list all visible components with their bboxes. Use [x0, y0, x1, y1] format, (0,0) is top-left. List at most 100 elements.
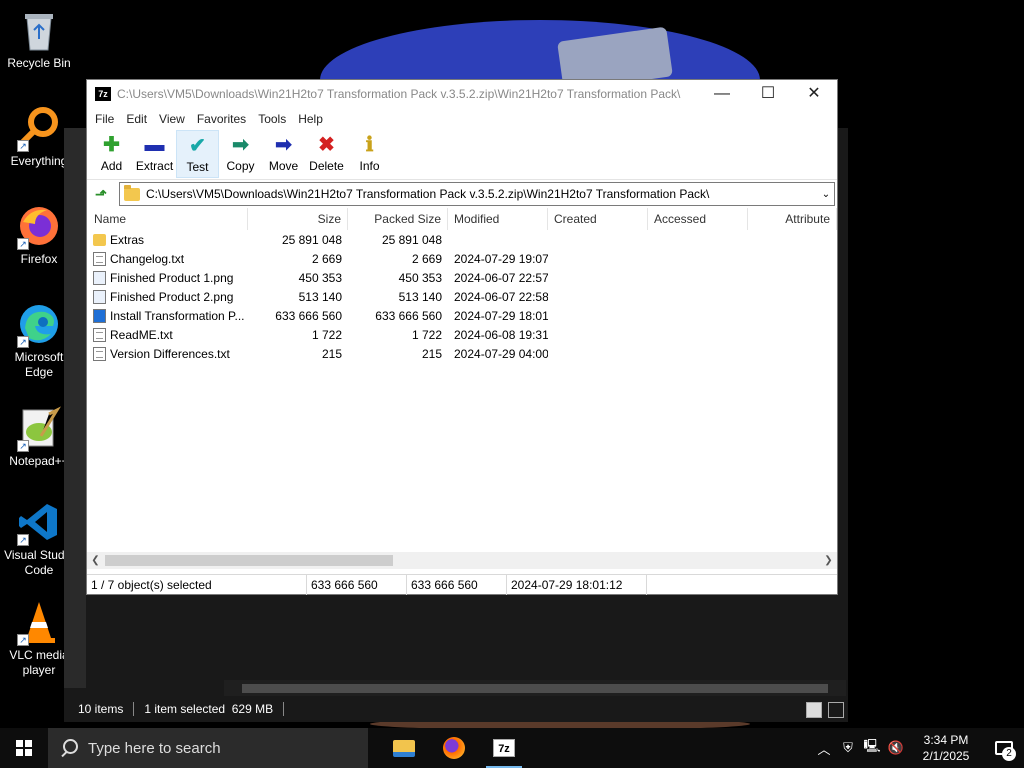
menu-edit[interactable]: Edit	[120, 112, 153, 126]
chevron-up-icon[interactable]: ︿	[812, 739, 836, 758]
file-packed-size: 450 353	[398, 270, 442, 285]
file-row[interactable]: Install Transformation P... 633 666 560 63…	[87, 306, 837, 325]
image-file-icon	[93, 270, 106, 285]
file-name-text: Install Transformation P...	[110, 308, 245, 323]
file-list[interactable]: Name Size Packed Size Modified Created A…	[87, 208, 837, 550]
column-header-size[interactable]: Size	[248, 208, 348, 230]
details-view-button[interactable]	[806, 702, 822, 718]
scrollbar-thumb[interactable]	[242, 684, 828, 693]
taskbar-clock[interactable]: 3:34 PM 2/1/2025	[908, 732, 984, 764]
minimize-button[interactable]: —	[699, 80, 745, 108]
security-shield-icon[interactable]: ⛨	[836, 740, 860, 756]
title-bar[interactable]: 7z C:\Users\VM5\Downloads\Win21H2to7 Tra…	[87, 80, 837, 108]
file-packed-size: 2 669	[411, 251, 442, 266]
move-arrow-icon: ➡	[275, 134, 292, 156]
file-row[interactable]: Version Differences.txt 215 215 2024-07-29 …	[87, 344, 837, 363]
file-size: 450 353	[298, 270, 342, 285]
toolbar: ✚ Add ▬ Extract ✔ Test ➡ Copy ➡ Move ✖ Delete ℹ Info	[87, 130, 837, 180]
vscode-icon: ↗	[17, 500, 61, 546]
up-folder-icon[interactable]: ⬏	[91, 184, 111, 204]
scroll-left-arrow-icon[interactable]: ❮	[87, 552, 104, 569]
tiles-view-button[interactable]	[828, 702, 844, 718]
menu-help[interactable]: Help	[292, 112, 329, 126]
explorer-horizontal-scrollbar[interactable]	[224, 680, 846, 696]
toolbar-test-button[interactable]: ✔ Test	[176, 130, 219, 178]
column-header-name[interactable]: Name	[87, 208, 248, 230]
start-button[interactable]	[0, 728, 48, 768]
desktop-icon-label: Microsoft Edge	[14, 350, 64, 379]
file-row[interactable]: Finished Product 2.png 513 140 513 140 2024…	[87, 287, 837, 306]
desktop-icon-label: VLC media player	[9, 648, 69, 677]
file-size: 633 666 560	[275, 308, 342, 323]
windows-logo-icon	[16, 740, 32, 756]
maximize-button[interactable]: ☐	[745, 80, 791, 108]
file-size: 215	[321, 346, 342, 361]
taskbar-file-explorer[interactable]	[380, 728, 428, 768]
notification-count-badge: 2	[1002, 747, 1016, 761]
toolbar-button-label: Test	[186, 160, 209, 174]
toolbar-copy-button[interactable]: ➡ Copy	[219, 130, 262, 178]
menu-favorites[interactable]: Favorites	[191, 112, 252, 126]
file-name-text: Finished Product 1.png	[110, 270, 234, 285]
image-file-icon	[93, 289, 106, 304]
file-modified: 2024-06-08 19:31	[454, 327, 548, 342]
close-button[interactable]: ✕	[791, 80, 837, 108]
folder-icon	[93, 233, 106, 246]
clock-date: 2/1/2025	[922, 749, 970, 763]
column-header-accessed[interactable]: Accessed	[648, 208, 748, 230]
file-row[interactable]: Changelog.txt 2 669 2 669 2024-07-29 19:07	[87, 249, 837, 268]
file-modified: 2024-07-29 04:00	[454, 346, 548, 361]
column-header-modified[interactable]: Modified	[448, 208, 548, 230]
notification-center-button[interactable]: 2	[984, 728, 1024, 768]
address-bar[interactable]: C:\Users\VM5\Downloads\Win21H2to7 Transf…	[119, 182, 835, 206]
firefox-icon: ↗	[17, 204, 61, 250]
scrollbar-thumb[interactable]	[105, 555, 393, 566]
file-packed-size: 633 666 560	[375, 308, 442, 323]
toolbar-extract-button[interactable]: ▬ Extract	[133, 130, 176, 178]
desktop-icon-recycle-bin[interactable]: Recycle Bin	[4, 8, 74, 71]
file-row[interactable]: Extras 25 891 048 25 891 048	[87, 230, 837, 249]
list-horizontal-scrollbar[interactable]: ❮ ❯	[87, 552, 837, 569]
file-modified: 2024-07-29 18:01	[454, 308, 548, 323]
shortcut-arrow-icon: ↗	[17, 238, 29, 250]
toolbar-delete-button[interactable]: ✖ Delete	[305, 130, 348, 178]
scroll-right-arrow-icon[interactable]: ❯	[820, 552, 837, 569]
status-selection: 1 / 7 object(s) selected	[87, 574, 307, 595]
toolbar-add-button[interactable]: ✚ Add	[90, 130, 133, 178]
file-row[interactable]: ReadME.txt 1 722 1 722 2024-06-08 19:31	[87, 325, 837, 344]
taskbar-search-box[interactable]: Type here to search	[48, 728, 368, 768]
network-icon[interactable]: 🖳	[860, 737, 884, 759]
toolbar-button-label: Move	[268, 159, 299, 173]
column-header-attributes[interactable]: Attribute	[748, 208, 837, 230]
toolbar-info-button[interactable]: ℹ Info	[348, 130, 391, 178]
search-placeholder: Type here to search	[88, 739, 221, 757]
explorer-nav-pane	[64, 128, 86, 688]
text-file-icon	[93, 251, 106, 266]
file-row[interactable]: Finished Product 1.png 450 353 450 353 2024…	[87, 268, 837, 287]
desktop-icon-label: Everything	[10, 154, 68, 168]
toolbar-move-button[interactable]: ➡ Move	[262, 130, 305, 178]
column-header-packed-size[interactable]: Packed Size	[348, 208, 448, 230]
copy-arrow-icon: ➡	[232, 134, 249, 156]
taskbar-7zip[interactable]: 7z	[480, 728, 528, 768]
file-size: 25 891 048	[281, 232, 342, 247]
chevron-down-icon[interactable]: ⌄	[818, 189, 834, 200]
menu-view[interactable]: View	[153, 112, 191, 126]
file-name: Install Transformation P...	[87, 308, 248, 323]
shortcut-arrow-icon: ↗	[17, 634, 29, 646]
vlc-cone-icon: ↗	[17, 600, 61, 646]
taskbar-firefox[interactable]	[430, 728, 478, 768]
address-text[interactable]: C:\Users\VM5\Downloads\Win21H2to7 Transf…	[146, 187, 818, 201]
toolbar-button-label: Add	[100, 159, 123, 173]
file-size: 1 722	[311, 327, 342, 342]
menu-file[interactable]: File	[89, 112, 120, 126]
menu-tools[interactable]: Tools	[252, 112, 292, 126]
sevenzip-window[interactable]: 7z C:\Users\VM5\Downloads\Win21H2to7 Tra…	[86, 79, 838, 595]
status-size: 633 666 560	[307, 574, 407, 595]
folder-icon	[124, 184, 140, 201]
file-name: Changelog.txt	[87, 251, 248, 266]
volume-muted-icon[interactable]: 🔇	[884, 740, 908, 756]
column-header-created[interactable]: Created	[548, 208, 648, 230]
file-name: Finished Product 1.png	[87, 270, 248, 285]
delete-x-icon: ✖	[318, 134, 335, 156]
